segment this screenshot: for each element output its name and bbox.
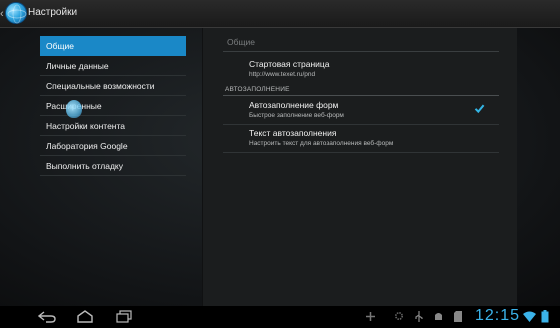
divider xyxy=(223,51,499,52)
nav-home-icon[interactable] xyxy=(76,310,94,323)
homepage-preference[interactable]: Стартовая страница http://www.texet.ru/p… xyxy=(223,56,499,84)
settings-detail-pane: Общие Стартовая страница http://www.texe… xyxy=(202,28,517,306)
settings-content: Общие Личные данные Специальные возможно… xyxy=(0,28,560,306)
nav-back-icon[interactable] xyxy=(38,311,56,323)
battery-icon xyxy=(541,310,549,323)
category-advanced[interactable]: Расширенные xyxy=(40,96,186,116)
autofill-text-preference[interactable]: Текст автозаполнения Настроить текст для… xyxy=(223,125,499,153)
android-icon xyxy=(435,313,442,320)
homepage-summary: http://www.texet.ru/pnd xyxy=(249,71,316,78)
autofill-text-title: Текст автозаполнения xyxy=(249,128,337,138)
autofill-title: Автозаполнение форм xyxy=(249,100,339,110)
autofill-text-summary: Настроить текст для автозаполнения веб-ф… xyxy=(249,140,394,147)
add-icon[interactable] xyxy=(366,312,375,321)
category-general[interactable]: Общие xyxy=(40,36,186,56)
section-header: АВТОЗАПОЛНЕНИЕ xyxy=(225,86,290,93)
page-title: Настройки xyxy=(28,7,78,18)
system-nav-bar: 12:15 xyxy=(0,306,560,328)
category-debug[interactable]: Выполнить отладку xyxy=(40,156,186,176)
action-bar: ‹ Настройки xyxy=(0,0,560,28)
divider xyxy=(223,152,499,153)
autofill-preference[interactable]: Автозаполнение форм Быстрое заполнение в… xyxy=(223,96,499,125)
category-content-settings[interactable]: Настройки контента xyxy=(40,116,186,136)
sd-card-icon xyxy=(454,311,462,322)
category-accessibility[interactable]: Специальные возможности xyxy=(40,76,186,96)
autofill-summary: Быстрое заполнение веб-форм xyxy=(249,112,344,119)
clock[interactable]: 12:15 xyxy=(475,307,520,325)
homepage-title: Стартовая страница xyxy=(249,59,330,69)
autofill-checkbox[interactable] xyxy=(474,103,485,114)
wifi-icon xyxy=(523,311,536,322)
browser-logo-icon[interactable] xyxy=(5,2,27,24)
usb-icon xyxy=(415,311,423,322)
touch-indicator xyxy=(66,100,82,118)
category-privacy[interactable]: Личные данные xyxy=(40,56,186,76)
category-google-labs[interactable]: Лаборатория Google xyxy=(40,136,186,156)
nav-recent-icon[interactable] xyxy=(115,310,133,323)
pane-title: Общие xyxy=(227,37,255,47)
settings-categories-list: Общие Личные данные Специальные возможно… xyxy=(40,36,186,176)
settings-icon[interactable] xyxy=(394,311,404,321)
